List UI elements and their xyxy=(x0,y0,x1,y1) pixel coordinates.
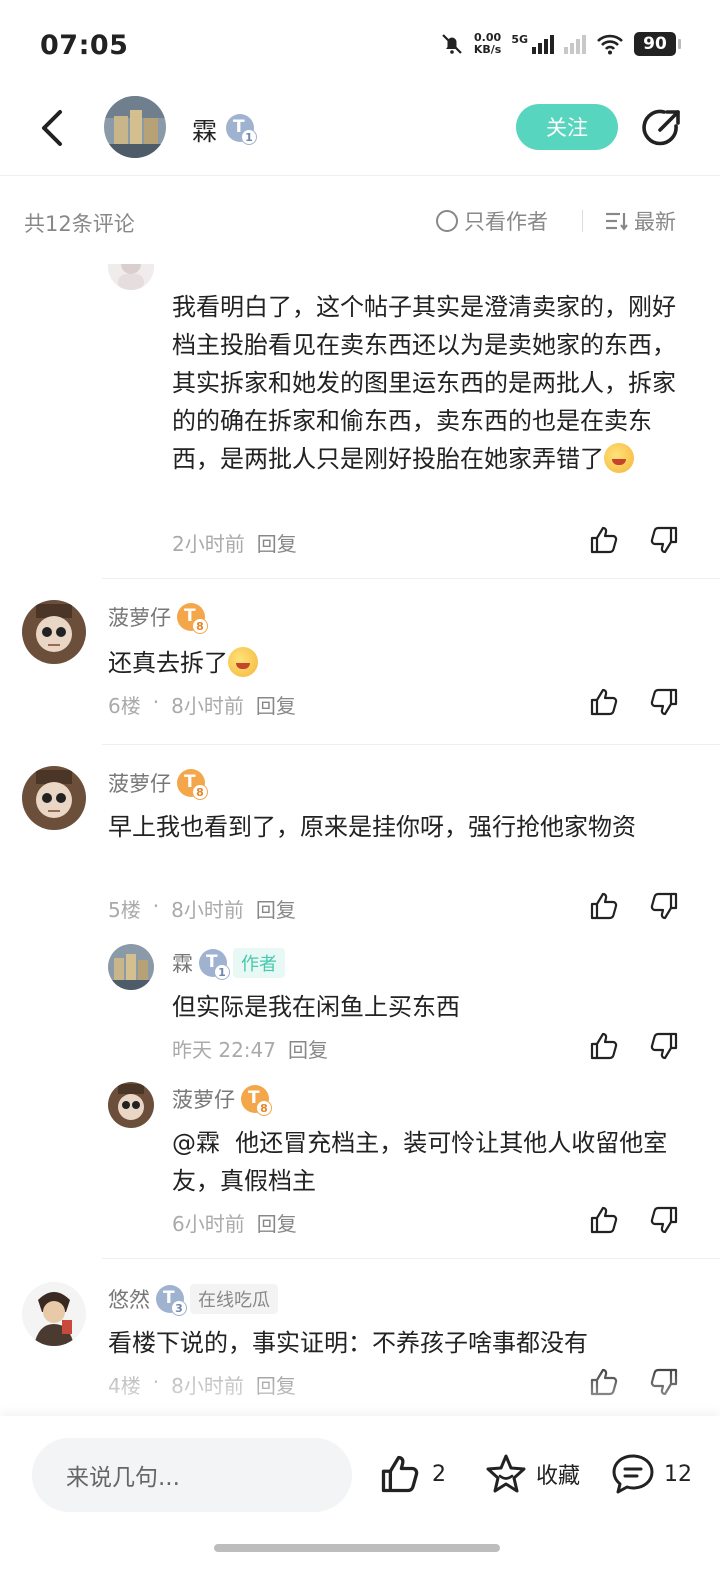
comment-actions xyxy=(588,1030,680,1062)
thumbs-down-icon[interactable] xyxy=(648,1030,680,1062)
user-name[interactable]: 菠萝仔8 xyxy=(108,602,208,634)
comment-meta: 昨天 22:47 回复 xyxy=(172,1034,328,1063)
user-name[interactable]: 菠萝仔 8 xyxy=(172,1084,272,1116)
star-icon xyxy=(486,1454,526,1493)
comments-button[interactable]: 12 xyxy=(610,1452,692,1496)
user-avatar[interactable] xyxy=(22,600,86,664)
emoji-icon xyxy=(604,443,634,473)
follow-button[interactable]: 关注 xyxy=(516,104,618,150)
share-icon[interactable] xyxy=(640,106,684,150)
favorite-label: 收藏 xyxy=(536,1464,581,1489)
comment-list: 我看明白了，这个帖子其实是澄清卖家的，刚好档主投胎看见在卖东西还以为是卖她家的东… xyxy=(0,264,720,1416)
user-avatar[interactable] xyxy=(108,1082,154,1128)
thumbs-up-icon[interactable] xyxy=(588,1030,620,1062)
back-icon[interactable] xyxy=(36,108,70,148)
thumbs-down-icon[interactable] xyxy=(648,524,680,556)
level-badge-icon: 8 xyxy=(177,603,208,634)
sort-icon xyxy=(606,212,628,231)
author-tag: 作者 xyxy=(233,948,285,978)
comment-meta: 6楼 · 8小时前 回复 xyxy=(108,690,296,719)
radio-icon xyxy=(436,210,458,232)
status-time: 07:05 xyxy=(40,30,129,61)
divider xyxy=(102,1258,720,1259)
user-name[interactable]: 悠然 3 在线吃瓜 xyxy=(108,1284,278,1316)
status-icons: 0.00 KB/s 5G 90 xyxy=(440,31,681,56)
comment-text: 我看明白了，这个帖子其实是澄清卖家的，刚好档主投胎看见在卖东西还以为是卖她家的东… xyxy=(172,293,676,473)
level-badge-icon: 1 xyxy=(226,114,257,145)
thumbs-down-icon[interactable] xyxy=(648,1366,680,1398)
home-indicator[interactable] xyxy=(214,1544,500,1552)
comment-input[interactable]: 来说几句... xyxy=(32,1438,352,1512)
only-author-toggle[interactable]: 只看作者 xyxy=(436,206,548,236)
level-badge-icon: 1 xyxy=(199,949,230,980)
divider xyxy=(102,744,720,745)
favorite-button[interactable]: 收藏 xyxy=(484,1452,580,1496)
comment-bubble-icon xyxy=(612,1454,654,1494)
comment-meta: 2小时前 回复 xyxy=(172,528,297,557)
emoji-icon xyxy=(228,647,258,677)
sort-button[interactable]: 最新 xyxy=(604,206,676,236)
thumbs-down-icon[interactable] xyxy=(648,1204,680,1236)
level-badge-icon: 8 xyxy=(177,769,208,800)
divider xyxy=(102,578,720,579)
signal-2-icon xyxy=(564,34,586,54)
user-avatar[interactable] xyxy=(22,1282,86,1346)
reply-button[interactable]: 回复 xyxy=(288,1034,328,1063)
thumbs-down-icon[interactable] xyxy=(648,686,680,718)
net-speed: 0.00 KB/s xyxy=(473,31,502,56)
title-tag: 在线吃瓜 xyxy=(190,1284,278,1314)
comment-text: 但实际是我在闲鱼上买东西 xyxy=(172,993,460,1021)
comment-text: 看楼下说的，事实证明：不养孩子啥事都没有 xyxy=(108,1329,588,1357)
comment-count: 共12条评论 xyxy=(24,212,135,236)
comment-actions xyxy=(588,1204,680,1236)
user-avatar[interactable] xyxy=(108,264,154,290)
reply-button[interactable]: 回复 xyxy=(257,1208,297,1237)
comment-actions xyxy=(588,1366,680,1398)
user-name[interactable]: 菠萝仔8 xyxy=(108,768,208,800)
mute-bell-icon xyxy=(442,34,462,54)
status-bar: 07:05 0.00 KB/s 5G 90 xyxy=(0,0,720,92)
thumbs-down-icon[interactable] xyxy=(648,890,680,922)
thumbs-up-icon xyxy=(381,1455,419,1493)
comment-actions xyxy=(588,524,680,556)
comment-actions xyxy=(588,686,680,718)
comment-meta: 5楼 · 8小时前 回复 xyxy=(108,894,296,923)
signal-icon xyxy=(532,34,554,54)
comment-meta: 6小时前 回复 xyxy=(172,1208,297,1237)
reply-button[interactable]: 回复 xyxy=(256,1370,296,1399)
thumbs-up-icon[interactable] xyxy=(588,686,620,718)
thumbs-up-icon[interactable] xyxy=(588,524,620,556)
author-name[interactable]: 霖 xyxy=(192,112,217,148)
reply-button[interactable]: 回复 xyxy=(256,690,296,719)
thumbs-up-icon[interactable] xyxy=(588,890,620,922)
reply-button[interactable]: 回复 xyxy=(257,528,297,557)
like-count: 2 xyxy=(432,1461,446,1487)
comment-count-total: 12 xyxy=(664,1461,692,1487)
comment-actions xyxy=(588,890,680,922)
network-type: 5G xyxy=(511,32,528,46)
sort-label: 最新 xyxy=(634,210,676,234)
thumbs-up-icon[interactable] xyxy=(588,1204,620,1236)
thumbs-up-icon[interactable] xyxy=(588,1366,620,1398)
battery-icon: 90 xyxy=(634,32,681,56)
only-author-label: 只看作者 xyxy=(464,210,548,234)
divider xyxy=(582,210,583,232)
comment-text: 还真去拆了 xyxy=(108,644,688,682)
level-badge-icon: 8 xyxy=(241,1085,272,1116)
user-avatar[interactable] xyxy=(22,766,86,830)
mention-link[interactable]: @霖 xyxy=(172,1129,220,1157)
like-button[interactable]: 2 xyxy=(378,1452,446,1496)
user-avatar[interactable] xyxy=(108,944,154,990)
user-name[interactable]: 霖 1 作者 xyxy=(172,948,285,980)
top-nav: 霖 1 关注 xyxy=(0,92,720,176)
comment-meta: 4楼 · 8小时前 回复 xyxy=(108,1370,296,1399)
author-avatar[interactable] xyxy=(104,96,166,158)
comment-text: @霖 他还冒充档主，装可怜让其他人收留他室友，真假档主 xyxy=(172,1129,668,1195)
bottom-action-bar: 来说几句... 2 收藏 12 xyxy=(0,1416,720,1584)
comment-text: 早上我也看到了，原来是挂你呀，强行抢他家物资 xyxy=(108,813,636,841)
level-badge-icon: 3 xyxy=(156,1285,187,1316)
comments-toolbar: 共12条评论 只看作者 最新 xyxy=(0,176,720,264)
wifi-icon xyxy=(597,34,623,55)
reply-button[interactable]: 回复 xyxy=(256,894,296,923)
